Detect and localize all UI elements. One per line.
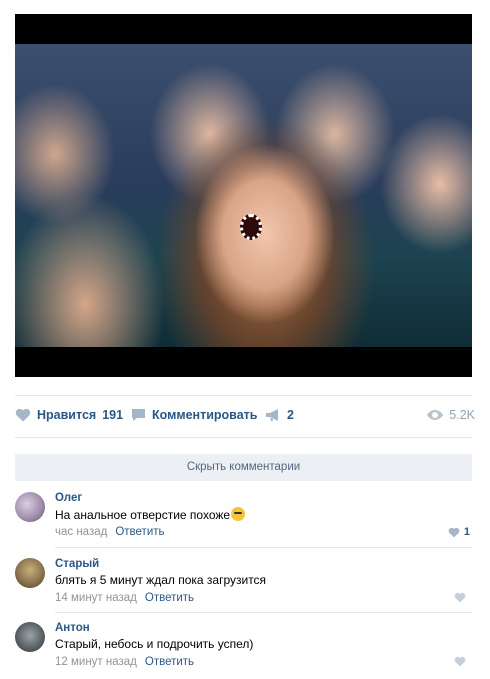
comment-label: Комментировать [152,408,258,422]
megaphone-icon [266,409,278,421]
post-photo[interactable] [15,14,472,377]
comment-text: Старый, небось и подрочить успел) [55,637,254,651]
avatar[interactable] [15,622,45,652]
comment-meta: 14 минут назад Ответить [55,592,194,604]
reply-link[interactable]: Ответить [145,656,194,668]
comment-meta: час назад Ответить [55,526,165,538]
comment-author[interactable]: Антон [55,622,90,634]
grinning-sweat-emoji-icon [231,507,246,521]
divider [55,547,472,548]
comment-text: На анальное отверстие похоже [55,507,246,522]
comment-like-button[interactable]: 1 [448,526,470,538]
heart-icon [454,592,466,603]
divider [15,437,472,438]
comment-icon [132,409,145,421]
divider [15,395,472,396]
comment-time[interactable]: 14 минут назад [55,592,137,604]
crowd-scene [15,44,472,347]
hide-comments-button[interactable]: Скрыть комментарии [15,454,472,481]
like-button[interactable]: Нравится 191 [15,408,123,422]
divider [55,612,472,613]
edited-mouth [240,214,262,240]
comment-text-body: На анальное отверстие похоже [55,508,231,522]
comment-button[interactable]: Комментировать [131,408,257,422]
comment-like-button[interactable] [454,656,470,667]
heart-icon [15,408,31,422]
reply-link[interactable]: Ответить [115,526,164,538]
share-button[interactable]: 2 [265,408,294,422]
comment-meta: 12 минут назад Ответить [55,656,194,668]
heart-icon [454,656,466,667]
avatar[interactable] [15,558,45,588]
like-count: 191 [102,408,124,422]
eye-icon [427,410,444,420]
comment-like-count: 1 [463,526,470,538]
views-count: 5.2K [449,408,475,422]
views-counter: 5.2K [427,408,475,422]
avatar[interactable] [15,492,45,522]
comment-time[interactable]: час назад [55,526,107,538]
comment-like-button[interactable] [454,592,470,603]
heart-icon [448,527,460,537]
comment-text: блять я 5 минут ждал пока загрузится [55,573,267,587]
post-actions: Нравится 191 Комментировать 2 5.2K [15,404,475,430]
reply-link[interactable]: Ответить [145,592,194,604]
comment-author[interactable]: Олег [55,492,82,504]
comment-time[interactable]: 12 минут назад [55,656,137,668]
share-count: 2 [287,408,294,422]
comment-author[interactable]: Старый [55,558,99,570]
like-label: Нравится [37,408,97,422]
